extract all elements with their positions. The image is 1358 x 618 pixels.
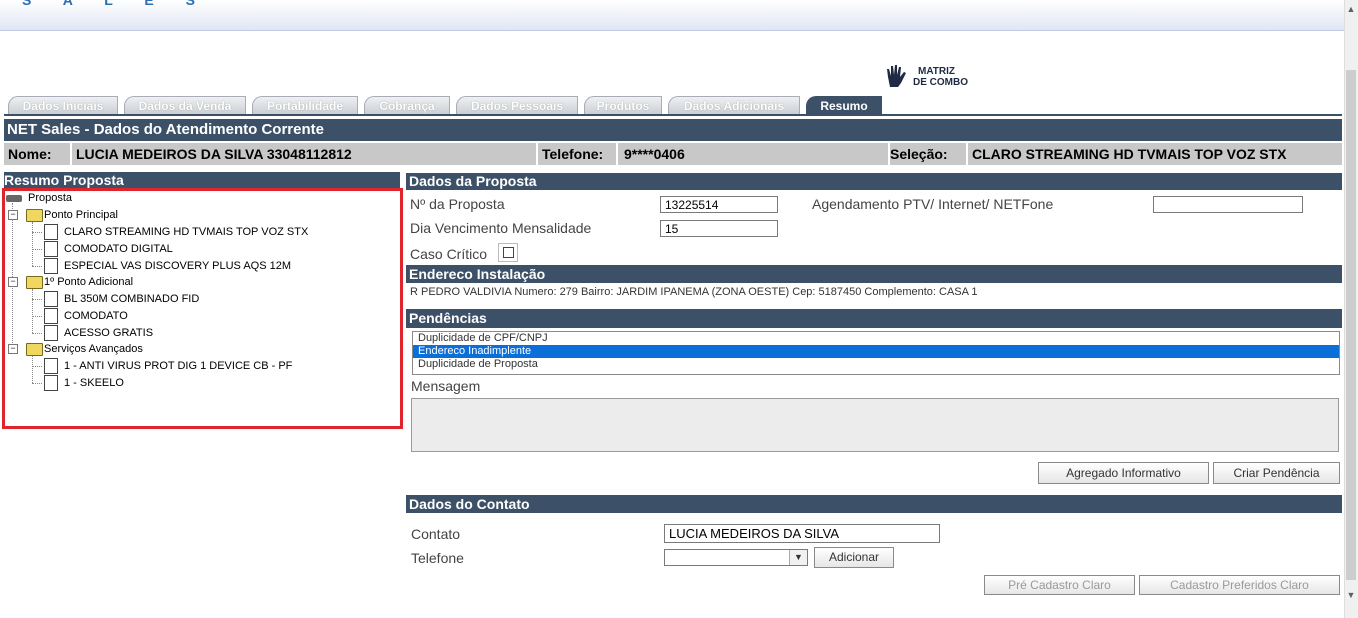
agendamento-input[interactable]: [1153, 196, 1303, 213]
brand-logo: S A L E S: [22, 0, 209, 8]
tree-item[interactable]: ACESSO GRATIS: [64, 327, 153, 339]
tab-underline: [4, 114, 1342, 116]
document-icon: [44, 358, 58, 374]
tree-group-ponto-principal[interactable]: Ponto Principal: [44, 209, 118, 221]
endereco-section-title: Endereco Instalação: [406, 265, 1342, 283]
contato-label: Contato: [411, 526, 461, 542]
tab-dados-adicionais[interactable]: Dados Adicionais: [668, 96, 800, 115]
scroll-down-icon[interactable]: ▼: [1344, 588, 1358, 602]
mensagem-label: Mensagem: [411, 378, 481, 394]
collapse-icon[interactable]: −: [8, 344, 18, 354]
caso-critico-checkbox[interactable]: [503, 247, 514, 258]
pre-cadastro-button[interactable]: Pré Cadastro Claro: [984, 575, 1135, 595]
matriz-combo-logo: MATRIZ DE COMBO: [913, 66, 968, 88]
caso-critico-label: Caso Crítico: [410, 246, 488, 262]
cadastro-preferidos-button[interactable]: Cadastro Preferidos Claro: [1139, 575, 1340, 595]
contato-input[interactable]: LUCIA MEDEIROS DA SILVA: [664, 524, 940, 543]
page-title: NET Sales - Dados do Atendimento Corrent…: [4, 119, 1342, 141]
hand-icon: [884, 63, 910, 94]
agregado-informativo-button[interactable]: Agregado Informativo: [1038, 462, 1209, 484]
num-proposta-input[interactable]: 13225514: [660, 196, 778, 213]
scrollbar-thumb[interactable]: [1346, 70, 1356, 580]
tree-item[interactable]: ESPECIAL VAS DISCOVERY PLUS AQS 12M: [64, 260, 291, 272]
document-icon: [44, 224, 58, 240]
dia-vencimento-label: Dia Vencimento Mensalidade: [410, 220, 592, 236]
tree-group-servicos-avancados[interactable]: Serviços Avançados: [44, 343, 143, 355]
document-icon: [44, 325, 58, 341]
proposal-tree: [2, 188, 403, 429]
list-item[interactable]: Duplicidade de CPF/CNPJ: [413, 332, 1339, 345]
selecao-label: Seleção:: [890, 146, 948, 162]
proposal-root-icon: [6, 195, 22, 202]
pendencias-section-title: Pendências: [406, 309, 1342, 328]
num-proposta-label: Nº da Proposta: [410, 196, 505, 212]
tree-item[interactable]: 1 - ANTI VIRUS PROT DIG 1 DEVICE CB - PF: [64, 360, 292, 372]
dia-vencimento-input[interactable]: 15: [660, 220, 778, 237]
agendamento-label: Agendamento PTV/ Internet/ NETFone: [812, 196, 1054, 212]
telefone-value: 9****0406: [624, 146, 685, 162]
folder-icon: [26, 276, 43, 289]
contato-section-title: Dados do Contato: [406, 495, 1342, 513]
telefone-select[interactable]: [664, 549, 808, 566]
adicionar-button[interactable]: Adicionar: [814, 547, 894, 568]
tree-item[interactable]: CLARO STREAMING HD TVMAIS TOP VOZ STX: [64, 226, 308, 238]
list-item[interactable]: Duplicidade de Proposta: [413, 358, 1339, 371]
tree-root[interactable]: Proposta: [28, 192, 72, 204]
tree-item[interactable]: COMODATO DIGITAL: [64, 243, 173, 255]
tab-dados-venda[interactable]: Dados da Venda: [124, 96, 246, 115]
criar-pendencia-button[interactable]: Criar Pendência: [1213, 462, 1340, 484]
collapse-icon[interactable]: −: [8, 277, 18, 287]
tree-item[interactable]: COMODATO: [64, 310, 128, 322]
tab-portabilidade[interactable]: Portabilidade: [252, 96, 358, 115]
endereco-text: R PEDRO VALDIVIA Numero: 279 Bairro: JAR…: [410, 286, 978, 298]
tree-item[interactable]: BL 350M COMBINADO FID: [64, 293, 199, 305]
telefone-label: Telefone: [411, 550, 464, 566]
collapse-icon[interactable]: −: [8, 210, 18, 220]
folder-icon: [26, 343, 43, 356]
selecao-value: CLARO STREAMING HD TVMAIS TOP VOZ STX: [972, 146, 1287, 162]
tab-produtos[interactable]: Produtos: [584, 96, 662, 115]
pendencias-listbox[interactable]: Duplicidade de CPF/CNPJ Endereco Inadimp…: [412, 331, 1340, 375]
document-icon: [44, 375, 58, 391]
folder-icon: [26, 209, 43, 222]
tab-resumo[interactable]: Resumo: [806, 96, 882, 115]
document-icon: [44, 308, 58, 324]
nome-label: Nome:: [8, 146, 52, 162]
tab-cobranca[interactable]: Cobrança: [364, 96, 450, 115]
document-icon: [44, 291, 58, 307]
tree-group-ponto-adicional[interactable]: 1º Ponto Adicional: [44, 276, 133, 288]
telefone-label: Telefone:: [542, 146, 604, 162]
chevron-down-icon[interactable]: ▼: [789, 550, 807, 565]
document-icon: [44, 241, 58, 257]
resumo-title: Resumo Proposta: [4, 172, 400, 188]
scroll-up-icon[interactable]: ▲: [1344, 2, 1358, 16]
tab-dados-iniciais[interactable]: Dados Iniciais: [8, 96, 118, 115]
tab-dados-pessoais[interactable]: Dados Pessoais: [456, 96, 578, 115]
list-item-selected[interactable]: Endereco Inadimplente: [413, 345, 1339, 358]
proposta-section-title: Dados da Proposta: [406, 173, 1342, 190]
nome-value: LUCIA MEDEIROS DA SILVA 33048112812: [76, 146, 352, 162]
mensagem-textarea[interactable]: [411, 398, 1339, 452]
document-icon: [44, 258, 58, 274]
tree-item[interactable]: 1 - SKEELO: [64, 377, 124, 389]
